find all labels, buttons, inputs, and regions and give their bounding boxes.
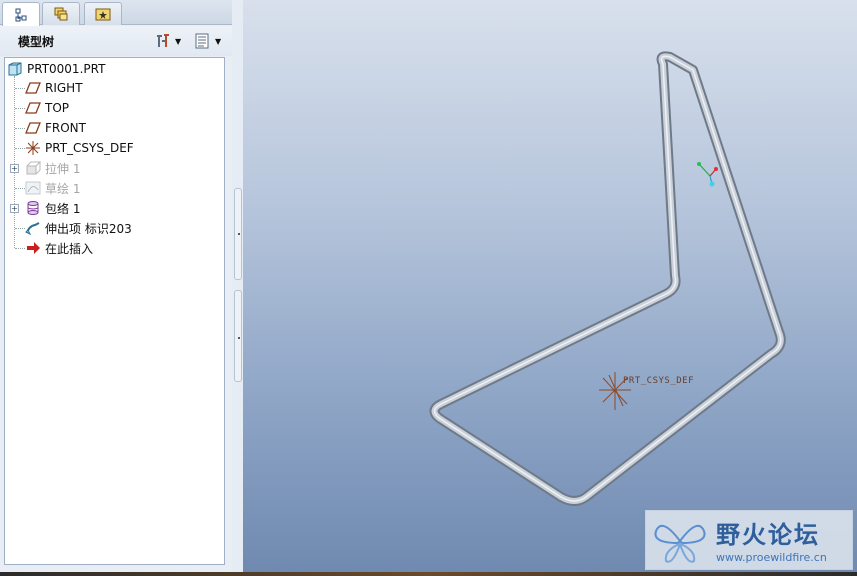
- tree-item-sketch[interactable]: 草绘 1: [25, 179, 80, 197]
- tree-item-part[interactable]: PRT0001.PRT: [7, 60, 105, 78]
- expand-toggle[interactable]: +: [10, 164, 19, 173]
- model-tree[interactable]: PRT0001.PRT RIGHT TOP FRONT PRT_CSYS_DEF…: [4, 57, 225, 565]
- extrude-icon: [25, 160, 41, 176]
- tree-guide-line: [15, 148, 25, 149]
- tree-item-csys[interactable]: PRT_CSYS_DEF: [25, 139, 134, 157]
- csys-icon: [25, 140, 41, 156]
- datum-plane-icon: [25, 80, 41, 96]
- model-tree-tab[interactable]: [2, 2, 40, 26]
- collapse-grip-top[interactable]: [234, 188, 242, 280]
- tree-item-label: 在此插入: [45, 241, 94, 256]
- list-icon: [195, 33, 209, 49]
- forum-watermark: 野火论坛 www.proewildfire.cn: [645, 510, 853, 570]
- sketch-icon: [25, 180, 41, 196]
- tree-item-label: FRONT: [45, 121, 86, 135]
- tree-item-label: PRT0001.PRT: [27, 62, 106, 76]
- tree-guide-line: [15, 248, 25, 249]
- datum-plane-icon: [25, 100, 41, 116]
- chevron-down-icon: ▼: [175, 36, 182, 46]
- grip-dot: [238, 337, 240, 339]
- butterfly-logo-icon: [654, 524, 706, 563]
- tree-item-label: RIGHT: [45, 81, 83, 95]
- tree-item-label: 包络 1: [45, 201, 81, 216]
- model-tree-title: 模型树: [18, 35, 55, 49]
- expand-toggle[interactable]: +: [10, 204, 19, 213]
- tree-item-label: 拉伸 1: [45, 161, 81, 176]
- grip-dot: [238, 233, 240, 235]
- tree-item-wrap[interactable]: 包络 1: [25, 199, 80, 217]
- tree-icon: [15, 8, 27, 21]
- tree-guide-line: [15, 128, 25, 129]
- tree-item-sweep[interactable]: 伸出项 标识203: [25, 219, 132, 237]
- tree-guide-line: [15, 108, 25, 109]
- tree-item-insert-here[interactable]: 在此插入: [25, 239, 93, 257]
- tools-icon: [157, 34, 169, 47]
- favorites-tab[interactable]: [84, 2, 122, 25]
- wrap-icon: [25, 200, 41, 216]
- tree-guide-line: [15, 88, 25, 89]
- watermark-title: 野火论坛: [716, 521, 820, 549]
- tree-guide-line: [15, 228, 25, 229]
- panel-splitter[interactable]: [232, 0, 243, 576]
- tree-item-label: 草绘 1: [45, 181, 81, 196]
- graphics-viewport[interactable]: PRT_CSYS_DEF 野火论坛 www.proewildfire.cn: [243, 0, 857, 572]
- datum-plane-icon: [25, 120, 41, 136]
- layers-tab[interactable]: [42, 2, 80, 25]
- part-icon: [7, 61, 23, 77]
- tree-item-top[interactable]: TOP: [25, 99, 69, 117]
- tree-item-label: TOP: [45, 101, 70, 115]
- csys-triad-icon: [697, 162, 718, 187]
- watermark-url: www.proewildfire.cn: [716, 551, 827, 564]
- tree-item-extrude[interactable]: 拉伸 1: [25, 159, 80, 177]
- tree-item-front[interactable]: FRONT: [25, 119, 86, 137]
- sweep-icon: [25, 220, 41, 236]
- bent-tube-model: [429, 51, 786, 506]
- model-tree-header: 模型树 ▼ ▼: [0, 26, 232, 56]
- chevron-down-icon: ▼: [215, 36, 222, 46]
- tree-settings-button[interactable]: ▼: [154, 31, 181, 51]
- insert-arrow-icon: [25, 240, 41, 256]
- tree-show-button[interactable]: ▼: [194, 31, 221, 51]
- collapse-grip-bottom[interactable]: [234, 290, 242, 382]
- tree-item-label: PRT_CSYS_DEF: [45, 141, 134, 155]
- star-folder-icon: [95, 8, 111, 21]
- taskbar-edge: [0, 572, 857, 576]
- tree-item-right[interactable]: RIGHT: [25, 79, 83, 97]
- tree-item-label: 伸出项 标识203: [45, 221, 132, 236]
- csys-label: PRT_CSYS_DEF: [623, 376, 695, 386]
- navigator-tabs: [0, 0, 232, 26]
- navigator-panel: 模型树 ▼ ▼ PRT0001.PRT RIGHT TOP FRONT PRT_…: [0, 0, 232, 576]
- tree-guide-line: [15, 188, 25, 189]
- model-view: [429, 51, 786, 506]
- tree-guide-line: [14, 76, 15, 248]
- layers-icon: [54, 7, 68, 21]
